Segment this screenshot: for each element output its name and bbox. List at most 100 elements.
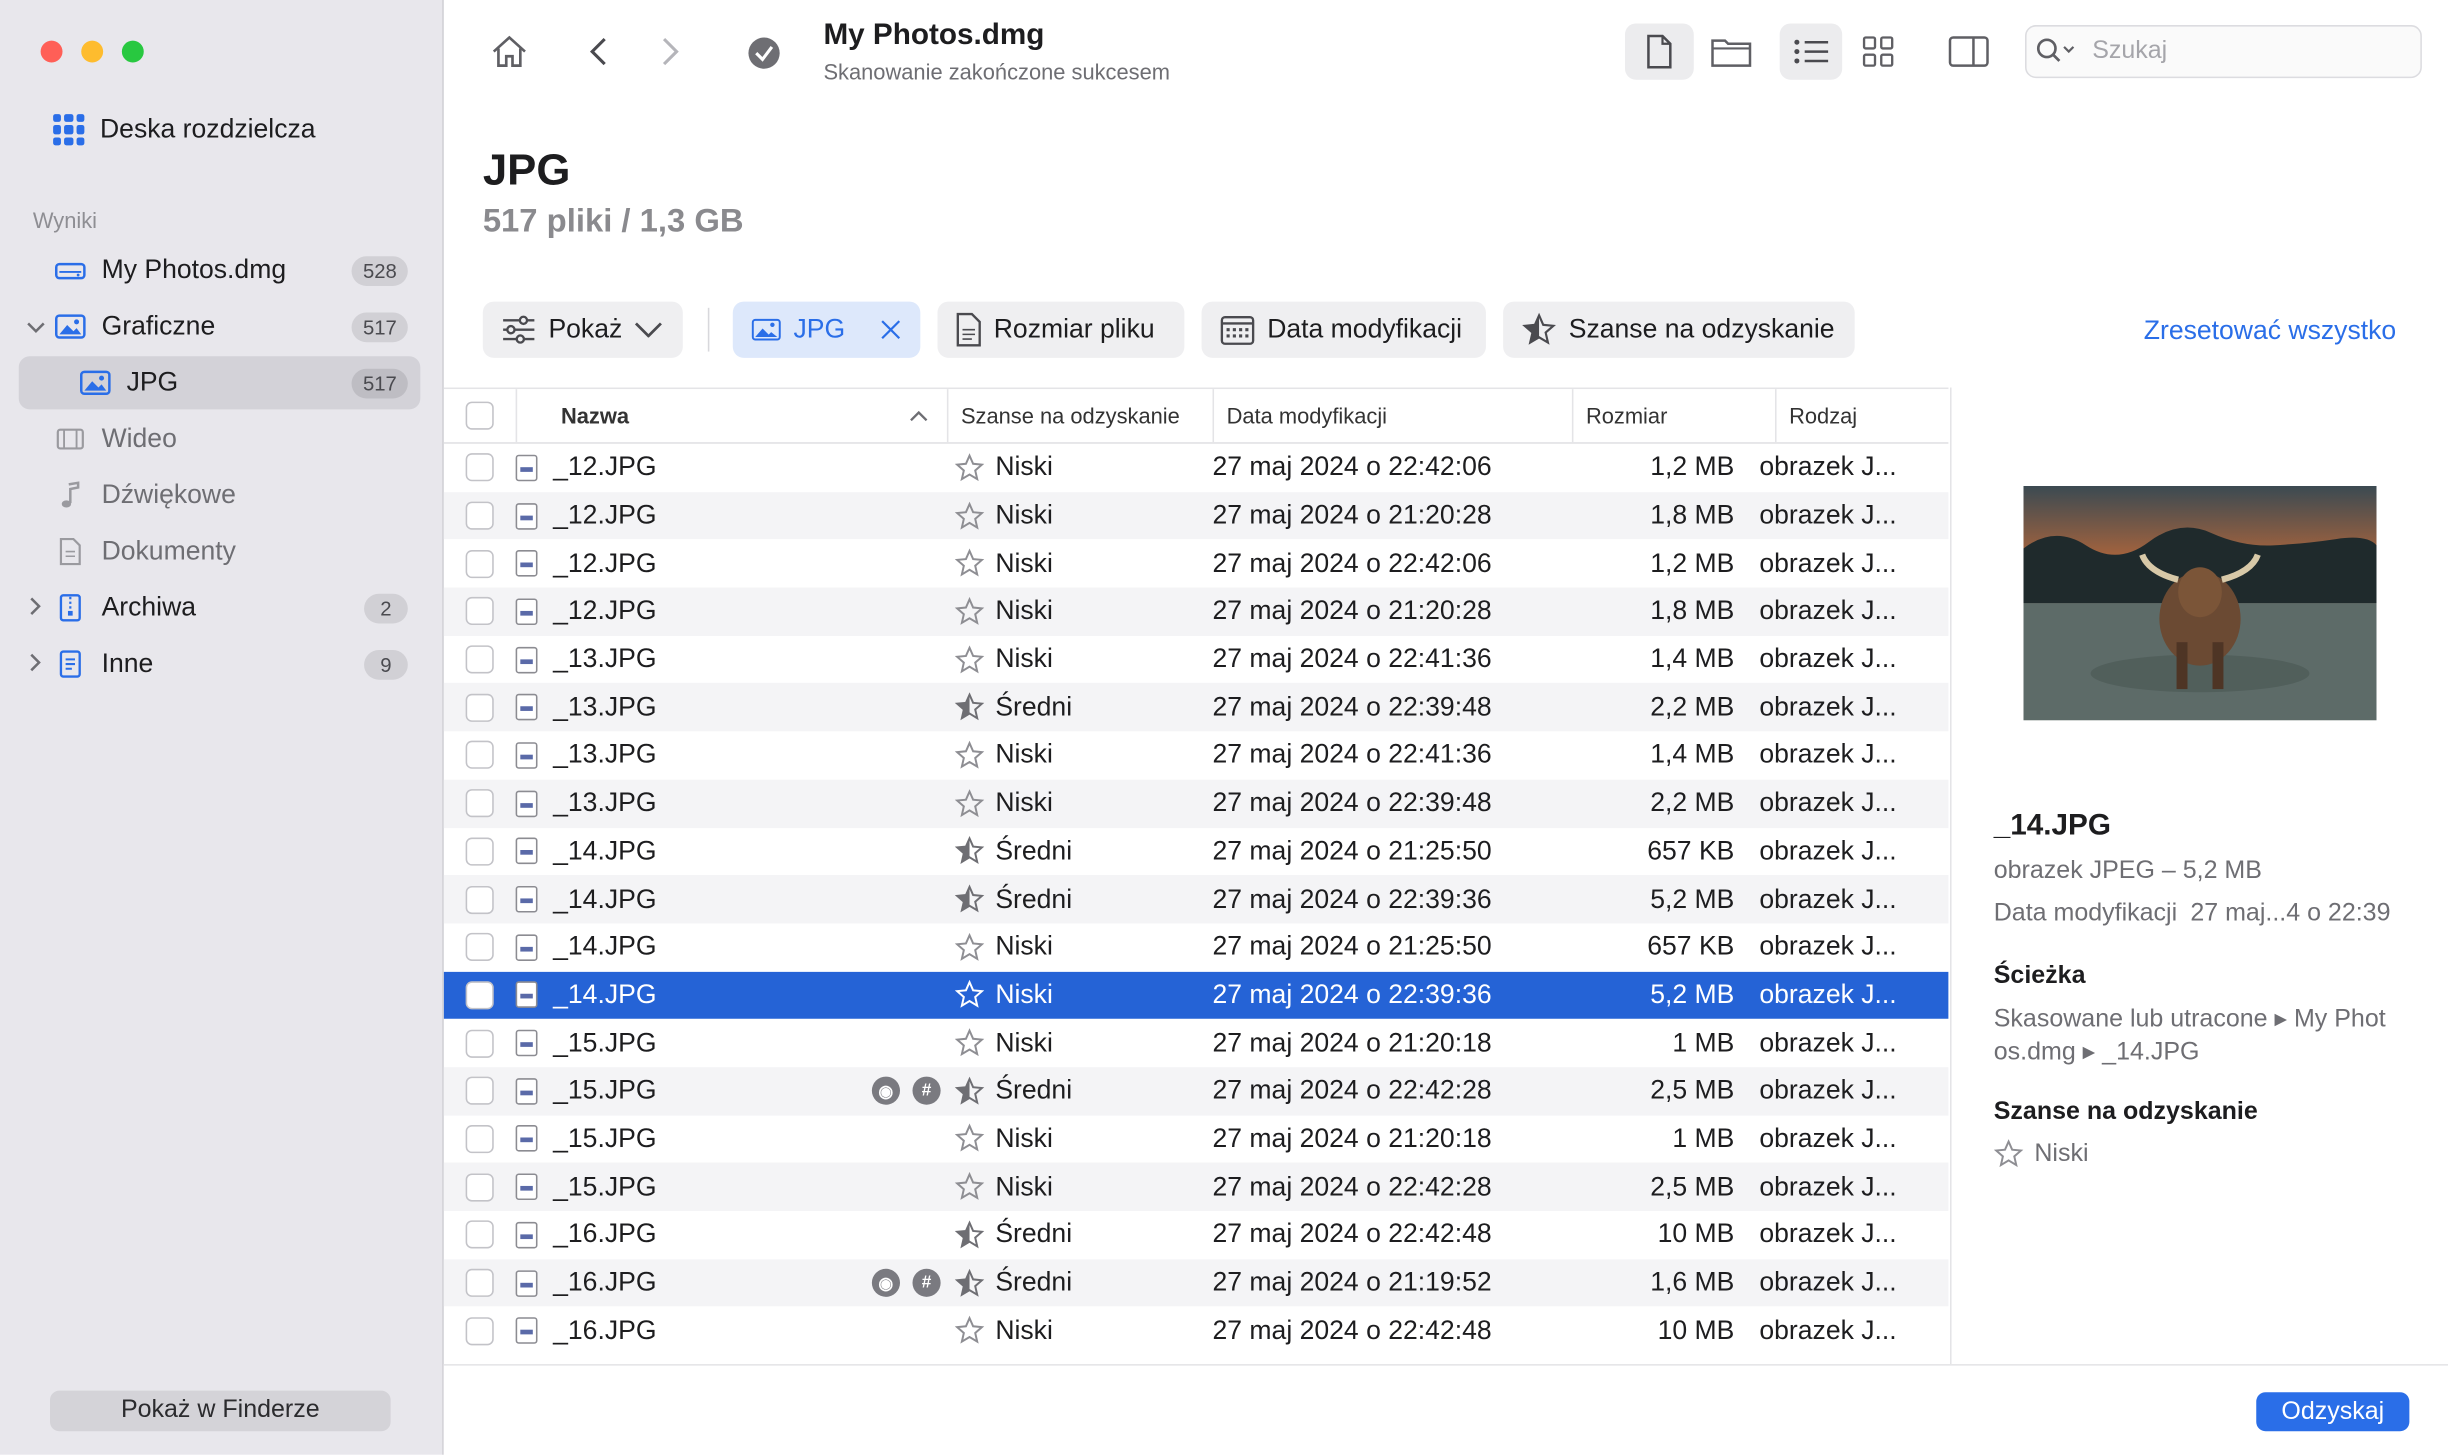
- hash-icon[interactable]: #: [912, 1077, 941, 1106]
- table-row[interactable]: _15.JPG Niski 27 maj 2024 o 22:42:28 2,5 MB…: [443, 1162, 1949, 1211]
- table-row[interactable]: _12.JPG Niski 27 maj 2024 o 22:42:06 1,2 MB…: [444, 540, 1949, 588]
- row-chance: Średni: [995, 835, 1073, 866]
- row-tags: ◉ #: [871, 1268, 941, 1297]
- row-date: 27 maj 2024 o 22:39:48: [1212, 787, 1492, 818]
- table-row[interactable]: _15.JPG Niski 27 maj 2024 o 21:20:18 1 MB ob…: [444, 1019, 1949, 1067]
- search-input[interactable]: [2089, 35, 2408, 68]
- sidebar-item-my-photos-dmg[interactable]: My Photos.dmg 528: [19, 244, 421, 297]
- row-checkbox[interactable]: [444, 885, 516, 914]
- forward-button[interactable]: [653, 31, 687, 72]
- row-checkbox[interactable]: [444, 1077, 516, 1106]
- table-row[interactable]: _15.JPG Niski 27 maj 2024 o 21:20:18 1 MB ob…: [444, 1115, 1949, 1163]
- row-checkbox[interactable]: [444, 1029, 516, 1058]
- sidebar-item-dzwiekowe[interactable]: Dźwiękowe: [19, 469, 421, 522]
- sidebar-item-jpg[interactable]: JPG 517: [18, 356, 421, 410]
- file-view-button[interactable]: [1625, 23, 1694, 80]
- sidebar-item-wideo[interactable]: Wideo: [19, 413, 421, 466]
- table-row[interactable]: _12.JPG Niski 27 maj 2024 o 21:20:28 1,8 MB…: [443, 491, 1949, 540]
- row-checkbox[interactable]: [444, 645, 516, 674]
- row-checkbox[interactable]: [444, 549, 516, 578]
- chevron-right-icon[interactable]: [19, 652, 53, 675]
- sidebar-item-dokumenty[interactable]: Dokumenty: [19, 525, 421, 578]
- column-header-chance[interactable]: Szanse na odzyskanie: [946, 389, 1213, 443]
- recovery-chance-filter-button[interactable]: Szanse na odzyskanie: [1503, 301, 1855, 358]
- eye-icon[interactable]: ◉: [871, 1077, 900, 1106]
- hash-icon[interactable]: #: [912, 1268, 941, 1297]
- column-header-date[interactable]: Data modyfikacji: [1212, 389, 1572, 443]
- sidebar-right-icon: [1948, 36, 1989, 67]
- row-chance-cell: Średni: [947, 1219, 1213, 1250]
- table-row[interactable]: _16.JPG Niski 27 maj 2024 o 22:42:48 10 MB o…: [444, 1307, 1949, 1355]
- row-checkbox[interactable]: [444, 501, 516, 530]
- grid-view-button[interactable]: [1850, 23, 1906, 79]
- column-header-name[interactable]: Nazwa: [515, 389, 947, 443]
- list-view-button[interactable]: [1779, 23, 1843, 80]
- mod-date-filter-button[interactable]: Data modyfikacji: [1201, 301, 1486, 358]
- preview-panel: _14.JPG obrazek JPEG – 5,2 MB Data modyf…: [1950, 387, 2448, 1365]
- table-row[interactable]: _13.JPG Średni 27 maj 2024 o 22:39:48 2,2 M…: [443, 683, 1949, 732]
- row-checkbox[interactable]: [444, 1220, 516, 1249]
- row-checkbox[interactable]: [444, 789, 516, 818]
- row-chance: Średni: [995, 691, 1073, 722]
- row-checkbox[interactable]: [444, 693, 516, 722]
- show-filter-button[interactable]: Pokaż: [482, 301, 683, 358]
- music-note-icon: [53, 481, 87, 509]
- sidebar-item-inne[interactable]: Inne 9: [19, 638, 421, 691]
- jpg-file-icon: [515, 550, 538, 577]
- chevron-down-icon[interactable]: [19, 315, 53, 338]
- table-row[interactable]: _12.JPG Niski 27 maj 2024 o 22:42:06 1,2 MB…: [444, 444, 1949, 492]
- back-button[interactable]: [581, 31, 615, 72]
- table-row[interactable]: _16.JPG Średni 27 maj 2024 o 22:42:48 10 MB…: [444, 1211, 1949, 1259]
- column-header-size[interactable]: Rozmiar: [1571, 389, 1775, 443]
- column-header-kind[interactable]: Rodzaj: [1775, 389, 1947, 443]
- row-chance-cell: Średni: [947, 1075, 1213, 1106]
- table-row[interactable]: _14.JPG Niski 27 maj 2024 o 21:25:50 657 KB…: [444, 923, 1949, 971]
- select-all-checkbox[interactable]: [444, 401, 516, 430]
- sidebar-item-archiwa[interactable]: Archiwa 2: [19, 581, 421, 634]
- row-chance-cell: Średni: [947, 692, 1213, 723]
- table-row[interactable]: _14.JPG Niski 27 maj 2024 o 22:39:36 5,2 MB…: [443, 971, 1949, 1020]
- table-row[interactable]: _14.JPG Średni 27 maj 2024 o 22:39:36 5,2 M…: [443, 875, 1949, 924]
- folder-view-button[interactable]: [1697, 23, 1766, 79]
- minimize-window-button[interactable]: [81, 40, 104, 63]
- row-chance-cell: Niski: [947, 596, 1213, 627]
- zoom-window-button[interactable]: [121, 40, 144, 63]
- row-checkbox[interactable]: [444, 1124, 516, 1154]
- sidebar-item-label: Dźwiękowe: [101, 479, 236, 510]
- chevron-right-icon[interactable]: [19, 596, 53, 619]
- table-row[interactable]: _13.JPG Niski 27 maj 2024 o 22:39:48 2,2 MB…: [443, 779, 1949, 828]
- eye-icon[interactable]: ◉: [871, 1268, 900, 1297]
- row-chance: Średni: [995, 1075, 1073, 1106]
- row-chance-cell: Niski: [947, 548, 1213, 579]
- reset-all-link[interactable]: Zresetować wszystko: [2144, 316, 2396, 347]
- table-row[interactable]: _13.JPG Niski 27 maj 2024 o 22:41:36 1,4 MB…: [444, 731, 1949, 779]
- row-checkbox[interactable]: [444, 1172, 516, 1202]
- row-checkbox[interactable]: [444, 1316, 516, 1345]
- file-size-filter-button[interactable]: Rozmiar pliku: [937, 301, 1185, 358]
- row-checkbox[interactable]: [444, 741, 516, 770]
- search-field[interactable]: [2025, 25, 2422, 79]
- row-checkbox[interactable]: [444, 1268, 516, 1297]
- close-icon[interactable]: [880, 316, 902, 344]
- row-checkbox[interactable]: [444, 453, 516, 482]
- sidebar-item-dashboard[interactable]: Deska rozdzielcza: [53, 114, 316, 146]
- table-row[interactable]: _14.JPG Średni 27 maj 2024 o 21:25:50 657 K…: [444, 827, 1949, 875]
- row-size: 1,4 MB: [1650, 739, 1735, 770]
- table-row[interactable]: _16.JPG ◉ # Średni 27 maj 2024 o 21:19:52 1,6…: [443, 1258, 1949, 1307]
- table-row[interactable]: _15.JPG ◉ # Średni 27 maj 2024 o 22:42:28 2,5…: [443, 1067, 1949, 1116]
- table-row[interactable]: _12.JPG Niski 27 maj 2024 o 21:20:28 1,8 MB…: [443, 587, 1949, 636]
- jpg-filter-chip[interactable]: JPG: [732, 301, 921, 358]
- sidebar-item-graficzne[interactable]: Graficzne 517: [19, 300, 421, 353]
- show-in-finder-button[interactable]: Pokaż w Finderze: [50, 1390, 391, 1432]
- row-checkbox[interactable]: [444, 933, 516, 962]
- row-checkbox[interactable]: [444, 597, 516, 626]
- row-kind: obrazek J...: [1759, 643, 1897, 674]
- close-window-button[interactable]: [40, 40, 63, 63]
- row-checkbox[interactable]: [444, 981, 516, 1010]
- recover-button[interactable]: Odzyskaj: [2256, 1392, 2410, 1432]
- home-button[interactable]: [488, 31, 532, 72]
- star-outline-icon: [954, 548, 985, 577]
- preview-panel-toggle[interactable]: [1941, 23, 1997, 79]
- table-row[interactable]: _13.JPG Niski 27 maj 2024 o 22:41:36 1,4 MB…: [444, 636, 1949, 684]
- row-checkbox[interactable]: [444, 837, 516, 866]
